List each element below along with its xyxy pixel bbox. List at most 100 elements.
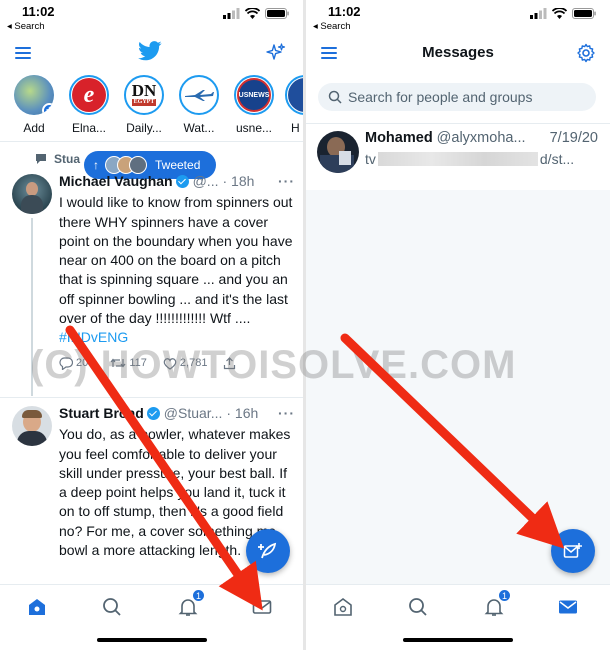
author-name[interactable]: Stuart Broad (59, 404, 144, 423)
tweet-avatar[interactable] (12, 406, 52, 446)
tweet-avatar[interactable] (12, 174, 52, 214)
dn-logo-icon: DN EGYPT (124, 75, 164, 115)
verified-badge-icon (175, 175, 189, 189)
e-logo-icon: e (69, 75, 109, 115)
conversation-row[interactable]: Mohamed @alyxmoha... 7/19/20 tv d/st... (306, 124, 610, 190)
retweet-icon (110, 358, 126, 368)
fleet-item[interactable]: H (285, 75, 303, 135)
fleet-label: usne... (235, 121, 273, 135)
fleet-item[interactable]: Wat... (175, 75, 223, 135)
cellular-signal-icon (530, 8, 547, 19)
like-count: 2,781 (179, 356, 208, 369)
tab-notifications[interactable]: 1 (482, 589, 511, 619)
tab-notifications[interactable]: 1 (176, 589, 205, 619)
cellular-signal-icon (223, 8, 240, 19)
conversation-header: Mohamed @alyxmoha... 7/19/20 (365, 130, 598, 146)
reply-icon (59, 357, 73, 370)
author-handle: @Stuar... (163, 405, 223, 421)
tweet-text: I would like to know from spinners out t… (59, 194, 293, 327)
usnews-logo-icon: USNEWS (234, 75, 274, 115)
envelope-icon (252, 600, 272, 614)
more-options-icon[interactable]: ··· (278, 172, 295, 191)
gear-icon[interactable] (576, 43, 596, 63)
conversation-avatar[interactable] (317, 131, 359, 173)
bottom-tab-bar: 1 (306, 584, 610, 650)
tab-search[interactable] (406, 595, 430, 619)
tweet-divider (0, 397, 303, 398)
hashtag-link[interactable]: #INDvENG (59, 328, 295, 347)
more-options-icon[interactable]: ··· (278, 404, 295, 423)
status-time: 11:02 (328, 4, 361, 19)
system-icons (530, 8, 596, 19)
conversation-name: Mohamed (365, 130, 433, 146)
status-bar: 11:02 ◂ Search (0, 0, 303, 36)
fleets-divider (0, 141, 303, 142)
search-placeholder: Search for people and groups (348, 89, 533, 105)
home-navbar (0, 36, 303, 72)
thread-connector-line (31, 218, 33, 396)
home-icon (334, 598, 352, 616)
fleet-item[interactable]: e Elna... (65, 75, 113, 135)
wifi-icon (245, 8, 260, 19)
fleet-label: H (291, 121, 300, 135)
preview-end: d/st... (539, 151, 575, 167)
compose-tweet-button[interactable] (246, 529, 290, 573)
search-icon (103, 598, 121, 616)
reply-count: 207 (76, 356, 95, 369)
system-icons (223, 8, 289, 19)
tweet-body: Michael Vaughan @... · 18h ··· I would l… (59, 172, 295, 373)
fleet-label: Wat... (183, 121, 215, 135)
feather-plus-icon (258, 542, 277, 559)
tab-messages[interactable] (556, 595, 580, 619)
tab-messages[interactable] (250, 595, 274, 619)
home-indicator (403, 638, 513, 642)
arrow-up-icon: ↑ (93, 158, 99, 172)
social-context-text: Stua (54, 152, 81, 166)
retweet-button[interactable]: 117 (110, 354, 147, 373)
wifi-icon (552, 8, 567, 19)
share-button[interactable] (223, 356, 236, 370)
search-input[interactable]: Search for people and groups (318, 83, 596, 111)
fleet-item[interactable]: USNEWS usne... (230, 75, 278, 135)
heart-icon (163, 357, 177, 370)
tab-home[interactable] (25, 595, 49, 619)
back-to-search-link[interactable]: ◂ Search (7, 21, 45, 32)
envelope-icon (559, 600, 577, 614)
fleet-label: Add (23, 121, 45, 135)
status-bar: 11:02 ◂ Search (306, 0, 610, 36)
page-title: Messages (422, 44, 494, 61)
author-name[interactable]: Michael Vaughan (59, 172, 173, 191)
new-message-button[interactable] (551, 529, 595, 573)
preview-start: tv (365, 151, 376, 167)
fleet-item[interactable]: DN EGYPT Daily... (120, 75, 168, 135)
tab-search[interactable] (100, 595, 124, 619)
back-to-search-link[interactable]: ◂ Search (313, 21, 351, 32)
fleets-row: + Add e Elna... DN EGYPT Daily... Wat... … (0, 75, 303, 139)
empty-message-area (306, 190, 610, 584)
share-icon (224, 356, 236, 369)
add-plus-icon: + (42, 103, 54, 115)
blurred-preview (377, 152, 538, 166)
new-message-icon (563, 543, 582, 558)
tweet-header: Stuart Broad @Stuar... · 16h ··· (59, 404, 295, 423)
fleet-add[interactable]: + Add (10, 75, 58, 135)
retweet-count: 117 (129, 356, 147, 369)
menu-icon[interactable] (15, 47, 31, 59)
search-icon (409, 598, 427, 616)
fleet-label: Elna... (71, 121, 107, 135)
like-button[interactable]: 2,781 (163, 354, 208, 373)
tweet-actions: 207 117 2,781 (59, 354, 295, 373)
tweet-time: · 18h (222, 173, 255, 189)
messages-navbar: Messages (306, 36, 610, 72)
home-screen: 11:02 ◂ Search + Add e Elna... DN EGYPT … (0, 0, 303, 650)
reply-button[interactable]: 207 (59, 354, 94, 373)
tab-home[interactable] (331, 595, 355, 619)
partial-avatar-icon (285, 75, 303, 115)
battery-icon (265, 8, 289, 19)
tweet-time: · 16h (226, 405, 259, 421)
home-indicator (96, 638, 207, 642)
battery-icon (572, 8, 596, 19)
sparkle-icon[interactable] (266, 43, 286, 63)
conversation-handle: @alyxmoha... (436, 130, 526, 146)
search-icon (328, 90, 342, 104)
